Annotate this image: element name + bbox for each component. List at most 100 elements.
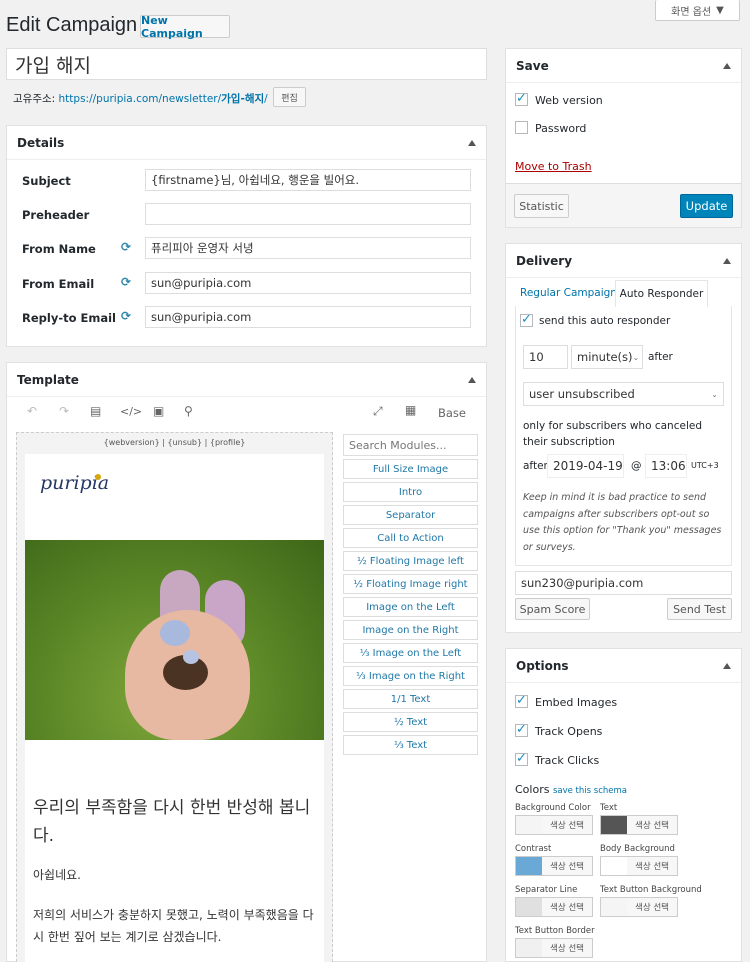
bad-practice-note: Keep in mind it is bad practice to send … bbox=[523, 492, 722, 553]
module-item[interactable]: ⅓ Image on the Left bbox=[343, 643, 478, 663]
send-test-button[interactable]: Send Test bbox=[667, 598, 732, 620]
tab-regular-campaign[interactable]: Regular Campaign bbox=[520, 287, 617, 299]
color-picker-button[interactable]: 색상 선택 bbox=[515, 856, 593, 876]
embed-images-checkbox[interactable] bbox=[515, 693, 528, 708]
date-input[interactable]: 2019-04-19 bbox=[547, 454, 624, 478]
collapse-arrow-icon[interactable] bbox=[468, 376, 476, 383]
colors-label: Colors save this schema bbox=[515, 783, 627, 796]
delay-amount-input[interactable]: 10 bbox=[523, 345, 568, 369]
sync-icon[interactable]: ⟳ bbox=[121, 275, 131, 289]
page-icon[interactable]: ▣ bbox=[153, 404, 164, 418]
new-campaign-button[interactable]: New Campaign bbox=[140, 14, 230, 40]
collapse-arrow-icon[interactable] bbox=[723, 62, 731, 69]
color-picker-button[interactable]: 색상 선택 bbox=[515, 815, 593, 835]
module-item[interactable]: ½ Floating Image right bbox=[343, 574, 478, 594]
email-header bbox=[25, 454, 324, 540]
color-picker-button[interactable]: 색상 선택 bbox=[515, 938, 593, 958]
color-label: Text bbox=[600, 803, 618, 813]
details-header[interactable]: Details bbox=[7, 126, 486, 160]
email-tags: {webversion} | {unsub} | {profile} bbox=[103, 438, 246, 447]
time-input[interactable]: 13:06 bbox=[645, 454, 687, 478]
reply-to-input[interactable]: sun@puripia.com bbox=[145, 306, 471, 328]
base-template-label[interactable]: Base bbox=[438, 406, 466, 420]
color-picker-button[interactable]: 색상 선택 bbox=[515, 897, 593, 917]
track-opens-label: Track Opens bbox=[535, 725, 603, 738]
module-item[interactable]: Full Size Image bbox=[343, 459, 478, 479]
details-title: Details bbox=[17, 135, 65, 150]
save-icon[interactable]: ▦ bbox=[405, 403, 416, 417]
module-item[interactable]: Intro bbox=[343, 482, 478, 502]
permalink-link[interactable]: https://puripia.com/newsletter/가입-해지/ bbox=[59, 93, 268, 105]
color-select-label: 색상 선택 bbox=[635, 862, 669, 872]
color-select-label: 색상 선택 bbox=[550, 903, 584, 913]
update-button[interactable]: Update bbox=[680, 194, 733, 218]
color-label: Separator Line bbox=[515, 885, 578, 895]
module-item[interactable]: ⅓ Text bbox=[343, 735, 478, 755]
module-search-input[interactable]: Search Modules... bbox=[343, 434, 478, 456]
permalink-edit-button[interactable]: 편집 bbox=[273, 87, 306, 107]
color-select-label: 색상 선택 bbox=[550, 862, 584, 872]
screen-options-button[interactable]: 화면 옵션 ▼ bbox=[655, 0, 740, 21]
event-select[interactable]: user unsubscribed ⌄ bbox=[523, 382, 724, 406]
collapse-arrow-icon[interactable] bbox=[723, 662, 731, 669]
spam-score-button[interactable]: Spam Score bbox=[515, 598, 590, 620]
undo-icon[interactable]: ↶ bbox=[27, 404, 37, 418]
save-schema-link[interactable]: save this schema bbox=[553, 786, 627, 796]
send-auto-checkbox[interactable] bbox=[520, 312, 533, 327]
module-item[interactable]: 1/1 Text bbox=[343, 689, 478, 709]
delay-unit-select[interactable]: minute(s) ⌄ bbox=[571, 345, 643, 369]
search-icon[interactable]: ⚲ bbox=[184, 404, 193, 418]
color-select-label: 색상 선택 bbox=[550, 821, 584, 831]
web-version-checkbox[interactable] bbox=[515, 91, 528, 106]
after-date-label: after bbox=[523, 460, 548, 472]
document-icon[interactable]: ▤ bbox=[90, 404, 101, 418]
track-clicks-label: Track Clicks bbox=[535, 754, 600, 767]
color-swatch bbox=[601, 898, 627, 916]
save-header[interactable]: Save bbox=[506, 49, 741, 83]
module-item[interactable]: Image on the Left bbox=[343, 597, 478, 617]
permalink-label: 고유주소: bbox=[13, 93, 56, 105]
options-header[interactable]: Options bbox=[506, 649, 741, 683]
chevron-down-icon: ⌄ bbox=[632, 352, 640, 362]
from-name-input[interactable]: 퓨리피아 운영자 서녕 bbox=[145, 237, 471, 259]
from-email-input[interactable]: sun@puripia.com bbox=[145, 272, 471, 294]
code-icon[interactable]: </> bbox=[120, 405, 142, 418]
from-email-label: From Email bbox=[22, 277, 95, 291]
module-item[interactable]: ½ Floating Image left bbox=[343, 551, 478, 571]
module-item[interactable]: Image on the Right bbox=[343, 620, 478, 640]
test-email-input[interactable]: sun230@puripia.com bbox=[515, 571, 732, 595]
subject-input[interactable]: {firstname}님, 아쉽네요, 행운을 빌어요. bbox=[145, 169, 471, 191]
email-paragraph[interactable]: 저희의 서비스가 충분하지 못했고, 노력이 부족했음을 다시 한번 짚어 보는… bbox=[33, 904, 318, 948]
logo-leaf-icon bbox=[95, 474, 101, 480]
collapse-arrow-icon[interactable] bbox=[468, 139, 476, 146]
fullscreen-icon[interactable]: ⤢ bbox=[373, 404, 383, 419]
move-to-trash-link[interactable]: Move to Trash bbox=[515, 160, 592, 173]
track-opens-checkbox[interactable] bbox=[515, 722, 528, 737]
campaign-title-input[interactable]: 가입 해지 bbox=[6, 48, 487, 80]
sync-icon[interactable]: ⟳ bbox=[121, 309, 131, 323]
permalink-base: https://puripia.com/newsletter/ bbox=[58, 93, 222, 105]
hero-image[interactable] bbox=[25, 540, 324, 740]
statistic-button[interactable]: Statistic bbox=[514, 194, 569, 218]
password-checkbox[interactable] bbox=[515, 121, 528, 134]
template-header[interactable]: Template bbox=[7, 363, 486, 397]
email-paragraph[interactable]: 아쉽네요. bbox=[33, 866, 81, 883]
module-item[interactable]: Call to Action bbox=[343, 528, 478, 548]
module-item[interactable]: Separator bbox=[343, 505, 478, 525]
delivery-header[interactable]: Delivery bbox=[506, 244, 741, 278]
redo-icon[interactable]: ↷ bbox=[59, 404, 69, 418]
module-item[interactable]: ⅓ Image on the Right bbox=[343, 666, 478, 686]
track-clicks-checkbox[interactable] bbox=[515, 751, 528, 766]
collapse-arrow-icon[interactable] bbox=[723, 257, 731, 264]
tab-auto-responder[interactable]: Auto Responder bbox=[615, 280, 708, 307]
sync-icon[interactable]: ⟳ bbox=[121, 240, 131, 254]
subscribers-note: only for subscribers who canceled their … bbox=[523, 420, 702, 448]
permalink: 고유주소: https://puripia.com/newsletter/가입-… bbox=[13, 91, 268, 106]
color-picker-button[interactable]: 색상 선택 bbox=[600, 856, 678, 876]
color-picker-button[interactable]: 색상 선택 bbox=[600, 815, 678, 835]
preheader-input[interactable] bbox=[145, 203, 471, 225]
email-headline[interactable]: 우리의 부족함을 다시 한번 반성해 봅니다. bbox=[33, 794, 318, 850]
color-label: Background Color bbox=[515, 803, 591, 813]
module-item[interactable]: ½ Text bbox=[343, 712, 478, 732]
color-picker-button[interactable]: 색상 선택 bbox=[600, 897, 678, 917]
